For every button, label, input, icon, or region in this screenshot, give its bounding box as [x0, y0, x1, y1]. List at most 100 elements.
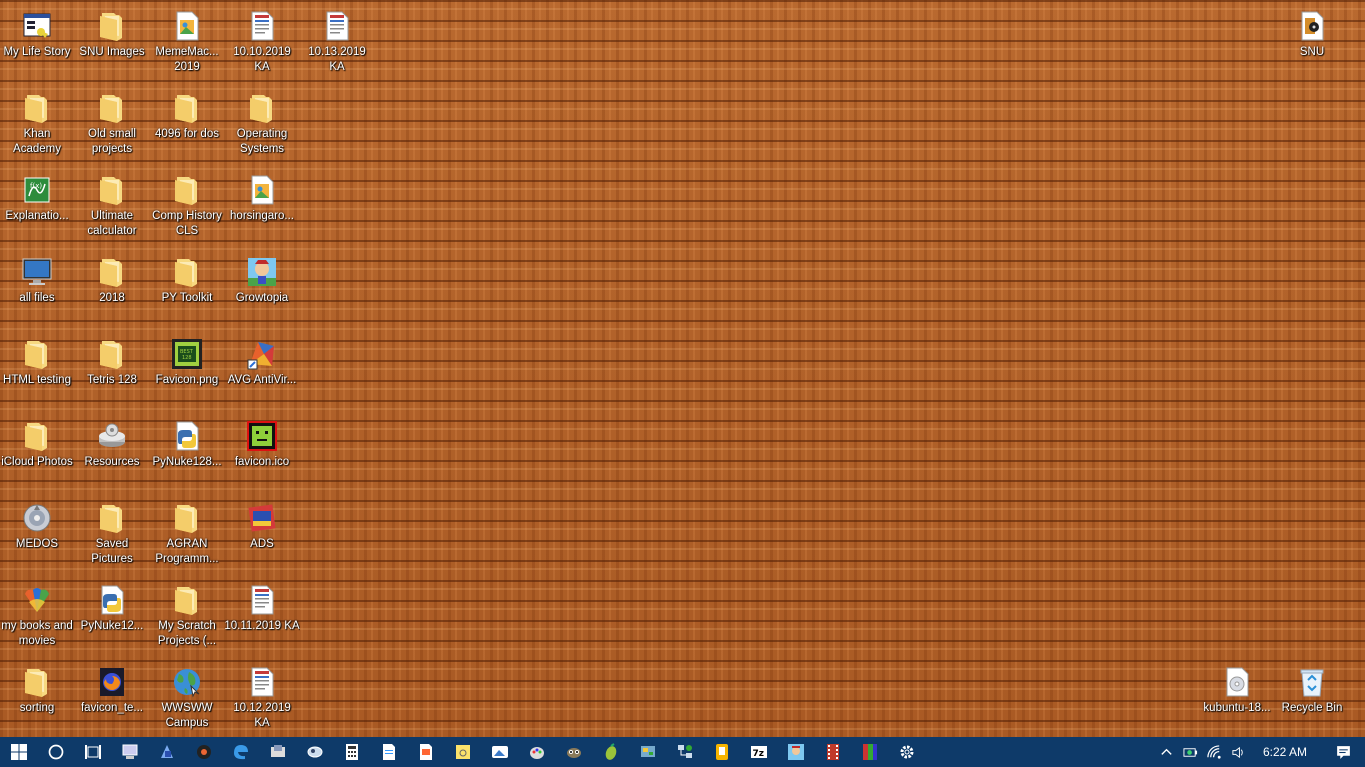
desktop-icon-label: 4096 for dos [155, 128, 219, 140]
desktop-icon-label: Resources [84, 456, 140, 468]
chevron-up-icon[interactable] [1155, 737, 1179, 767]
volume-icon[interactable] [1227, 737, 1251, 767]
desktop-icon[interactable]: my books and movies [0, 580, 75, 660]
folder-icon [96, 256, 128, 288]
file-audio-icon [1296, 10, 1328, 42]
svg-text:7z: 7z [752, 749, 764, 759]
mango-icon[interactable] [592, 737, 629, 767]
taskbar-apps: 7z [0, 737, 925, 767]
desktop-icon-label: PyNuke128... [152, 456, 222, 468]
desktop-icon[interactable]: sorting [0, 662, 75, 742]
calculator-icon[interactable] [333, 737, 370, 767]
desktop-icon[interactable]: MEDOS [0, 498, 75, 578]
wifi-icon[interactable] [1203, 737, 1227, 767]
settings-icon[interactable] [888, 737, 925, 767]
desktop-icon[interactable]: 10.11.2019 KA [224, 580, 300, 660]
7zip-icon[interactable]: 7z [740, 737, 777, 767]
desktop-icon[interactable]: all files [0, 252, 75, 332]
network-icon[interactable] [666, 737, 703, 767]
desktop-icon[interactable]: Tetris 128 [74, 334, 150, 414]
clock[interactable]: 6:22 AM [1251, 745, 1321, 759]
action-center-icon[interactable] [1321, 737, 1365, 767]
paint-icon[interactable] [518, 737, 555, 767]
battery-icon[interactable] [1179, 737, 1203, 767]
desktop-icon[interactable]: WWSWW Campus [149, 662, 225, 742]
desktop-icon[interactable]: SNU Images [74, 6, 150, 86]
task-view-icon[interactable] [74, 737, 111, 767]
app-ads-icon [246, 502, 278, 534]
desktop-icon[interactable]: 10.12.2019 KA [224, 662, 300, 742]
media-icon[interactable] [185, 737, 222, 767]
desktop-icon[interactable]: f(x) Explanatio... [0, 170, 75, 250]
film-icon[interactable] [814, 737, 851, 767]
people-icon[interactable] [296, 737, 333, 767]
desktop-icon[interactable]: favicon.ico [224, 416, 300, 496]
desktop-icon[interactable]: Saved Pictures [74, 498, 150, 578]
paint3d-icon[interactable] [148, 737, 185, 767]
svg-text:f(x): f(x) [30, 182, 42, 190]
desktop-icon-label: my books and movies [1, 620, 73, 647]
svg-text:128: 128 [182, 355, 192, 361]
folder-icon [21, 666, 53, 698]
desktop-icon[interactable]: MemeMac... 2019 [149, 6, 225, 86]
desktop-icon[interactable]: Comp History CLS [149, 170, 225, 250]
gimp-icon[interactable] [555, 737, 592, 767]
wordpad-icon[interactable] [407, 737, 444, 767]
file-doc-icon [246, 584, 278, 616]
folder-icon [21, 420, 53, 452]
desktop-icon[interactable]: Operating Systems [224, 88, 300, 168]
desktop-icon[interactable]: Recycle Bin [1274, 662, 1350, 742]
desktop-icon[interactable]: HTML testing [0, 334, 75, 414]
cortana-circle-icon[interactable] [37, 737, 74, 767]
file-image-icon [171, 10, 203, 42]
desktop-icon[interactable]: horsingaro... [224, 170, 300, 250]
desktop-icon[interactable]: 2018 [74, 252, 150, 332]
folder-icon [21, 338, 53, 370]
computer-icon[interactable] [111, 737, 148, 767]
desktop-icon-label: SNU [1299, 46, 1325, 58]
folder-icon [96, 502, 128, 534]
desktop[interactable]: My Life Story SNU Images MemeMac... 2019 10… [0, 0, 1365, 737]
desktop-icon[interactable]: My Life Story [0, 6, 75, 86]
folder-icon [21, 92, 53, 124]
desktop-icon[interactable]: PyNuke12... [74, 580, 150, 660]
desktop-icon[interactable]: My Scratch Projects (... [149, 580, 225, 660]
desktop-icon[interactable]: ADS [224, 498, 300, 578]
desktop-icon-label: PyNuke12... [80, 620, 144, 632]
desktop-icon-label: Ultimate calculator [87, 210, 137, 237]
desktop-icon[interactable]: SNU [1274, 6, 1350, 86]
note-icon[interactable] [703, 737, 740, 767]
desktop-icon[interactable]: Old small projects [74, 88, 150, 168]
desktop-icon[interactable]: Growtopia [224, 252, 300, 332]
winrar-icon[interactable] [851, 737, 888, 767]
desktop-icon[interactable]: Ultimate calculator [74, 170, 150, 250]
desktop-icon[interactable]: PY Toolkit [149, 252, 225, 332]
desktop-icon[interactable]: AVG AntiVir... [224, 334, 300, 414]
edge-icon[interactable] [222, 737, 259, 767]
control-panel-icon[interactable] [629, 737, 666, 767]
desktop-icon[interactable]: iCloud Photos [0, 416, 75, 496]
desktop-icon[interactable]: 4096 for dos [149, 88, 225, 168]
folder-icon [246, 92, 278, 124]
desktop-icon[interactable]: 10.10.2019 KA [224, 6, 300, 86]
desktop-icon[interactable]: kubuntu-18... [1199, 662, 1275, 742]
desktop-icon[interactable]: 10.13.2019 KA [299, 6, 375, 86]
desktop-icon-label: MEDOS [15, 538, 59, 550]
windows-start-icon[interactable] [0, 737, 37, 767]
desktop-icon[interactable]: Resources [74, 416, 150, 496]
mail-icon[interactable] [259, 737, 296, 767]
photos-icon[interactable] [481, 737, 518, 767]
game-icon[interactable] [777, 737, 814, 767]
desktop-icon[interactable]: Khan Academy [0, 88, 75, 168]
recycle-bin-icon [1296, 666, 1328, 698]
desktop-icon-label: MemeMac... 2019 [155, 46, 219, 73]
desktop-icon[interactable]: PyNuke128... [149, 416, 225, 496]
folder-icon [96, 92, 128, 124]
desktop-icon[interactable]: favicon_te... [74, 662, 150, 742]
desktop-icon[interactable]: BEST 128 Favicon.png [149, 334, 225, 414]
desktop-icon[interactable]: AGRAN Programm... [149, 498, 225, 578]
notepad-icon[interactable] [370, 737, 407, 767]
app-game-icon [246, 256, 278, 288]
folder-icon [171, 92, 203, 124]
sticky-icon[interactable] [444, 737, 481, 767]
